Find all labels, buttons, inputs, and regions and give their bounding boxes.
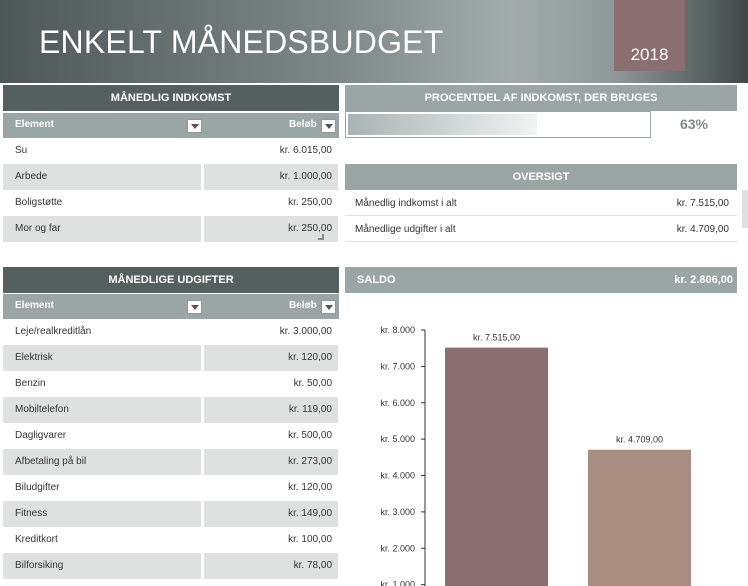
income-amount-filter-icon[interactable] — [321, 119, 336, 133]
expense-element-cell[interactable]: Benzin — [3, 371, 201, 397]
expense-amount-cell[interactable]: kr. 50,00 — [204, 371, 338, 397]
title-banner: ENKELT MÅNEDSBUDGET 2018 — [0, 0, 748, 83]
overview-income-label: Månedlig indkomst i alt — [355, 198, 457, 209]
overview-expenses-value: kr. 4.709,00 — [676, 224, 729, 235]
expenses-amount-filter-icon[interactable] — [321, 300, 336, 314]
income-element-filter-icon[interactable] — [187, 119, 202, 133]
expense-bar — [588, 449, 691, 586]
expense-amount-cell[interactable]: kr. 100,00 — [204, 527, 338, 553]
expense-amount-cell[interactable]: kr. 120,00 — [204, 475, 338, 501]
saldo-bar: SALDO kr. 2.806,00 — [345, 267, 737, 293]
income-amount-cell[interactable]: kr. 1.000,00 — [204, 164, 338, 190]
income-expense-chart: kr. 1.000 kr. 2.000 kr. 3.000 kr. 4.000 kr. … — [380, 325, 691, 586]
scrollbar-thumb[interactable] — [742, 190, 748, 228]
expense-element-cell[interactable]: Leje/realkreditlån — [3, 319, 201, 345]
percent-progress-bar — [345, 111, 651, 138]
y-tick-label: kr. 2.000 — [380, 543, 415, 553]
expenses-header: MÅNEDLIGE UDGIFTER — [3, 267, 339, 293]
table-resize-handle-icon[interactable] — [318, 234, 324, 240]
expense-row[interactable]: Fitness kr. 149,00 — [3, 501, 339, 527]
income-element-cell[interactable]: Arbede — [3, 164, 201, 190]
expense-row[interactable]: Kreditkort kr. 100,00 — [3, 527, 339, 553]
income-row[interactable]: Mor og far kr. 250,00 — [3, 216, 339, 242]
expense-row[interactable]: Benzin kr. 50,00 — [3, 371, 339, 397]
page-title: ENKELT MÅNEDSBUDGET — [39, 24, 444, 60]
y-tick-label: kr. 7.000 — [380, 361, 415, 371]
income-element-cell[interactable]: Boligstøtte — [3, 190, 201, 216]
year-box[interactable]: 2018 — [614, 0, 685, 71]
expense-row[interactable]: Biludgifter kr. 120,00 — [3, 475, 339, 501]
expense-row[interactable]: Bilforsiking kr. 78,00 — [3, 553, 339, 579]
percent-value: 63% — [679, 116, 709, 132]
expense-amount-cell[interactable]: kr. 500,00 — [204, 423, 338, 449]
expense-row[interactable]: Elektrisk kr. 120,00 — [3, 345, 339, 371]
expense-row[interactable]: Mobiltelefon kr. 119,00 — [3, 397, 339, 423]
income-row[interactable]: Su kr. 6.015,00 — [3, 138, 339, 164]
expense-amount-cell[interactable]: kr. 273,00 — [204, 449, 338, 475]
expense-amount-cell[interactable]: kr. 120,00 — [204, 345, 338, 371]
expense-element-cell[interactable]: Mobiltelefon — [3, 397, 201, 423]
saldo-value: kr. 2.806,00 — [674, 274, 733, 286]
income-row[interactable]: Arbede kr. 1.000,00 — [3, 164, 339, 190]
bar-data-label: kr. 4.709,00 — [616, 435, 663, 445]
expense-amount-cell[interactable]: kr. 149,00 — [204, 501, 338, 527]
expense-row[interactable]: Afbetaling på bil kr. 273,00 — [3, 449, 339, 475]
overview-row-income[interactable]: Månedlig indkomst i alt kr. 7.515,00 — [345, 190, 737, 216]
overview-row-expenses[interactable]: Månedlige udgifter i alt kr. 4.709,00 — [345, 216, 737, 242]
income-element-cell[interactable]: Su — [3, 138, 201, 164]
percent-progress-fill — [348, 114, 537, 135]
expense-element-cell[interactable]: Elektrisk — [3, 345, 201, 371]
y-tick-label: kr. 6.000 — [380, 398, 415, 408]
expense-element-cell[interactable]: Bilforsiking — [3, 553, 201, 579]
expense-amount-cell[interactable]: kr. 119,00 — [204, 397, 338, 423]
income-row[interactable]: Boligstøtte kr. 250,00 — [3, 190, 339, 216]
expenses-col-amount: Beløb — [289, 300, 317, 311]
expenses-col-element: Element — [15, 300, 54, 311]
expense-amount-cell[interactable]: kr. 78,00 — [204, 553, 338, 579]
y-tick-label: kr. 8.000 — [380, 325, 415, 335]
overview-income-value: kr. 7.515,00 — [676, 198, 729, 209]
expense-element-cell[interactable]: Fitness — [3, 501, 201, 527]
y-tick-label: kr. 1.000 — [380, 580, 415, 586]
income-bar — [445, 347, 548, 586]
bar-data-label: kr. 7.515,00 — [473, 333, 520, 343]
expense-element-cell[interactable]: Afbetaling på bil — [3, 449, 201, 475]
income-amount-cell[interactable]: kr. 6.015,00 — [204, 138, 338, 164]
y-tick-label: kr. 4.000 — [380, 471, 415, 481]
saldo-label: SALDO — [357, 274, 396, 286]
y-tick-label: kr. 3.000 — [380, 507, 415, 517]
expense-row[interactable]: Leje/realkreditlån kr. 3.000,00 — [3, 319, 339, 345]
expenses-element-filter-icon[interactable] — [187, 300, 202, 314]
income-column-header: Element Beløb — [3, 113, 339, 138]
expenses-column-header: Element Beløb — [3, 294, 339, 319]
income-header: MÅNEDLIG INDKOMST — [3, 85, 339, 111]
expense-row[interactable]: Dagligvarer kr. 500,00 — [3, 423, 339, 449]
year-value: 2018 — [630, 45, 669, 64]
expense-amount-cell[interactable]: kr. 3.000,00 — [204, 319, 338, 345]
budget-sheet: ENKELT MÅNEDSBUDGET 2018 MÅNEDLIG INDKOM… — [0, 0, 748, 586]
income-col-amount: Beløb — [289, 119, 317, 130]
y-tick-label: kr. 5.000 — [380, 434, 415, 444]
percent-header: PROCENTDEL AF INDKOMST, DER BRUGES — [345, 85, 737, 111]
overview-header: OVERSIGT — [345, 164, 737, 190]
expense-element-cell[interactable]: Kreditkort — [3, 527, 201, 553]
expense-element-cell[interactable]: Biludgifter — [3, 475, 201, 501]
income-element-cell[interactable]: Mor og far — [3, 216, 201, 242]
overview-expenses-label: Månedlige udgifter i alt — [355, 224, 456, 235]
expense-element-cell[interactable]: Dagligvarer — [3, 423, 201, 449]
income-col-element: Element — [15, 119, 54, 130]
income-amount-cell[interactable]: kr. 250,00 — [204, 190, 338, 216]
